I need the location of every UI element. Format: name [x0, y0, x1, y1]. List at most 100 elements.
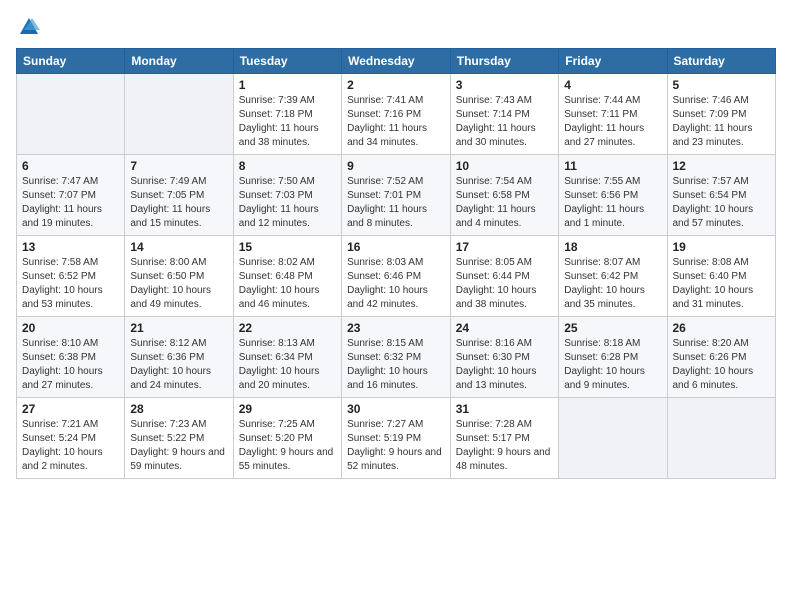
calendar-cell: 3 Sunrise: 7:43 AMSunset: 7:14 PMDaylight… [450, 74, 558, 155]
day-detail: Sunrise: 7:21 AMSunset: 5:24 PMDaylight:… [22, 418, 119, 474]
calendar-cell: 30 Sunrise: 7:27 AMSunset: 5:19 PMDayligh… [342, 398, 451, 479]
day-number: 1 [239, 78, 336, 92]
day-detail: Sunrise: 7:39 AMSunset: 7:18 PMDaylight:… [239, 94, 336, 150]
day-number: 2 [347, 78, 445, 92]
weekday-header: Wednesday [342, 49, 451, 74]
calendar-week-row: 6 Sunrise: 7:47 AMSunset: 7:07 PMDaylight… [17, 155, 776, 236]
calendar-cell: 5 Sunrise: 7:46 AMSunset: 7:09 PMDaylight… [667, 74, 776, 155]
weekday-header: Saturday [667, 49, 776, 74]
day-number: 24 [456, 321, 553, 335]
day-detail: Sunrise: 8:20 AMSunset: 6:26 PMDaylight:… [673, 337, 771, 393]
day-number: 8 [239, 159, 336, 173]
day-number: 19 [673, 240, 771, 254]
day-detail: Sunrise: 8:18 AMSunset: 6:28 PMDaylight:… [564, 337, 661, 393]
page-header [16, 16, 776, 38]
day-detail: Sunrise: 7:49 AMSunset: 7:05 PMDaylight:… [130, 175, 227, 231]
calendar-week-row: 13 Sunrise: 7:58 AMSunset: 6:52 PMDayligh… [17, 236, 776, 317]
day-detail: Sunrise: 8:00 AMSunset: 6:50 PMDaylight:… [130, 256, 227, 312]
calendar-cell: 18 Sunrise: 8:07 AMSunset: 6:42 PMDayligh… [559, 236, 667, 317]
day-number: 29 [239, 402, 336, 416]
calendar-table: SundayMondayTuesdayWednesdayThursdayFrid… [16, 48, 776, 479]
calendar-header-row: SundayMondayTuesdayWednesdayThursdayFrid… [17, 49, 776, 74]
calendar-cell [17, 74, 125, 155]
calendar-week-row: 20 Sunrise: 8:10 AMSunset: 6:38 PMDayligh… [17, 317, 776, 398]
day-detail: Sunrise: 7:54 AMSunset: 6:58 PMDaylight:… [456, 175, 553, 231]
calendar-cell: 9 Sunrise: 7:52 AMSunset: 7:01 PMDaylight… [342, 155, 451, 236]
day-number: 20 [22, 321, 119, 335]
day-number: 23 [347, 321, 445, 335]
calendar-cell: 4 Sunrise: 7:44 AMSunset: 7:11 PMDaylight… [559, 74, 667, 155]
calendar-week-row: 27Sunrise: 7:21 AMSunset: 5:24 PMDayligh… [17, 398, 776, 479]
day-detail: Sunrise: 7:44 AMSunset: 7:11 PMDaylight:… [564, 94, 661, 150]
day-detail: Sunrise: 8:07 AMSunset: 6:42 PMDaylight:… [564, 256, 661, 312]
calendar-cell: 26Sunrise: 8:20 AMSunset: 6:26 PMDayligh… [667, 317, 776, 398]
day-number: 4 [564, 78, 661, 92]
logo-icon [18, 16, 40, 38]
day-detail: Sunrise: 7:41 AMSunset: 7:16 PMDaylight:… [347, 94, 445, 150]
day-detail: Sunrise: 7:43 AMSunset: 7:14 PMDaylight:… [456, 94, 553, 150]
calendar-cell: 2 Sunrise: 7:41 AMSunset: 7:16 PMDaylight… [342, 74, 451, 155]
logo [16, 16, 40, 38]
day-number: 30 [347, 402, 445, 416]
calendar-cell: 1 Sunrise: 7:39 AMSunset: 7:18 PMDaylight… [233, 74, 341, 155]
day-detail: Sunrise: 8:16 AMSunset: 6:30 PMDaylight:… [456, 337, 553, 393]
calendar-cell [667, 398, 776, 479]
day-number: 6 [22, 159, 119, 173]
day-detail: Sunrise: 8:15 AMSunset: 6:32 PMDaylight:… [347, 337, 445, 393]
calendar-cell: 11 Sunrise: 7:55 AMSunset: 6:56 PMDayligh… [559, 155, 667, 236]
calendar-cell: 15Sunrise: 8:02 AMSunset: 6:48 PMDayligh… [233, 236, 341, 317]
weekday-header: Tuesday [233, 49, 341, 74]
day-detail: Sunrise: 7:50 AMSunset: 7:03 PMDaylight:… [239, 175, 336, 231]
day-number: 3 [456, 78, 553, 92]
day-detail: Sunrise: 7:46 AMSunset: 7:09 PMDaylight:… [673, 94, 771, 150]
day-number: 11 [564, 159, 661, 173]
day-detail: Sunrise: 7:47 AMSunset: 7:07 PMDaylight:… [22, 175, 119, 231]
day-detail: Sunrise: 7:55 AMSunset: 6:56 PMDaylight:… [564, 175, 661, 231]
calendar-cell: 14 Sunrise: 8:00 AMSunset: 6:50 PMDayligh… [125, 236, 233, 317]
day-number: 14 [130, 240, 227, 254]
day-detail: Sunrise: 7:27 AMSunset: 5:19 PMDaylight:… [347, 418, 445, 474]
day-number: 22 [239, 321, 336, 335]
day-number: 7 [130, 159, 227, 173]
day-detail: Sunrise: 7:28 AMSunset: 5:17 PMDaylight:… [456, 418, 553, 474]
day-detail: Sunrise: 8:05 AMSunset: 6:44 PMDaylight:… [456, 256, 553, 312]
calendar-cell: 21 Sunrise: 8:12 AMSunset: 6:36 PMDayligh… [125, 317, 233, 398]
day-number: 12 [673, 159, 771, 173]
calendar-cell: 8 Sunrise: 7:50 AMSunset: 7:03 PMDaylight… [233, 155, 341, 236]
calendar-cell: 23 Sunrise: 8:15 AMSunset: 6:32 PMDayligh… [342, 317, 451, 398]
calendar-cell: 16Sunrise: 8:03 AMSunset: 6:46 PMDayligh… [342, 236, 451, 317]
calendar-cell: 12Sunrise: 7:57 AMSunset: 6:54 PMDayligh… [667, 155, 776, 236]
day-detail: Sunrise: 8:12 AMSunset: 6:36 PMDaylight:… [130, 337, 227, 393]
calendar-cell: 20 Sunrise: 8:10 AMSunset: 6:38 PMDayligh… [17, 317, 125, 398]
day-number: 10 [456, 159, 553, 173]
day-detail: Sunrise: 7:25 AMSunset: 5:20 PMDaylight:… [239, 418, 336, 474]
day-number: 17 [456, 240, 553, 254]
weekday-header: Sunday [17, 49, 125, 74]
day-detail: Sunrise: 7:58 AMSunset: 6:52 PMDaylight:… [22, 256, 119, 312]
calendar-cell: 29 Sunrise: 7:25 AMSunset: 5:20 PMDayligh… [233, 398, 341, 479]
calendar-cell: 10 Sunrise: 7:54 AMSunset: 6:58 PMDayligh… [450, 155, 558, 236]
day-detail: Sunrise: 7:52 AMSunset: 7:01 PMDaylight:… [347, 175, 445, 231]
day-number: 13 [22, 240, 119, 254]
weekday-header: Friday [559, 49, 667, 74]
day-detail: Sunrise: 7:23 AMSunset: 5:22 PMDaylight:… [130, 418, 227, 474]
calendar-cell: 27Sunrise: 7:21 AMSunset: 5:24 PMDayligh… [17, 398, 125, 479]
weekday-header: Thursday [450, 49, 558, 74]
day-number: 18 [564, 240, 661, 254]
calendar-cell: 25Sunrise: 8:18 AMSunset: 6:28 PMDayligh… [559, 317, 667, 398]
day-detail: Sunrise: 8:03 AMSunset: 6:46 PMDaylight:… [347, 256, 445, 312]
day-detail: Sunrise: 8:10 AMSunset: 6:38 PMDaylight:… [22, 337, 119, 393]
day-detail: Sunrise: 8:08 AMSunset: 6:40 PMDaylight:… [673, 256, 771, 312]
calendar-week-row: 1 Sunrise: 7:39 AMSunset: 7:18 PMDaylight… [17, 74, 776, 155]
day-number: 5 [673, 78, 771, 92]
day-number: 21 [130, 321, 227, 335]
weekday-header: Monday [125, 49, 233, 74]
day-number: 9 [347, 159, 445, 173]
day-number: 28 [130, 402, 227, 416]
calendar-cell: 7 Sunrise: 7:49 AMSunset: 7:05 PMDaylight… [125, 155, 233, 236]
day-detail: Sunrise: 8:13 AMSunset: 6:34 PMDaylight:… [239, 337, 336, 393]
calendar-cell: 17 Sunrise: 8:05 AMSunset: 6:44 PMDayligh… [450, 236, 558, 317]
calendar-cell [559, 398, 667, 479]
calendar-cell: 28 Sunrise: 7:23 AMSunset: 5:22 PMDayligh… [125, 398, 233, 479]
day-detail: Sunrise: 8:02 AMSunset: 6:48 PMDaylight:… [239, 256, 336, 312]
